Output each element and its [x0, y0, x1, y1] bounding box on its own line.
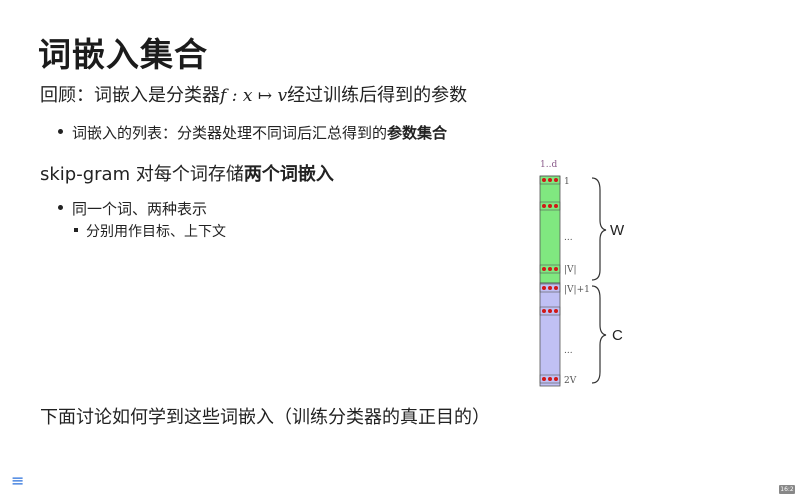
menu-icon[interactable]: ≡ — [11, 471, 24, 490]
bullet-dot — [58, 205, 63, 210]
row-label-2v: 2V — [564, 376, 577, 386]
c-label: C — [612, 327, 623, 344]
bullet2-text: 同一个词、两种表示 — [72, 200, 208, 218]
skipgram-prefix: skip-gram 对每个词存储 — [40, 164, 244, 185]
bullet-two-representations: 同一个词、两种表示 — [58, 198, 207, 219]
row-label-c-dots: ... — [564, 346, 573, 356]
dimension-label: 1..d — [540, 160, 557, 170]
sub-bullet-square — [74, 228, 78, 232]
row-label-v: |V| — [564, 265, 577, 275]
bullet-embedding-list: 词嵌入的列表：分类器处理不同词后汇总得到的参数集合 — [58, 122, 447, 143]
bullet-dot — [58, 129, 63, 134]
c-matrix-block — [539, 282, 561, 387]
w-matrix-block — [539, 175, 561, 284]
page-number-badge: 16:2 — [779, 485, 795, 494]
recall-suffix: 经过训练后得到的参数 — [287, 85, 468, 106]
w-brace — [591, 177, 607, 281]
skipgram-line: skip-gram 对每个词存储两个词嵌入 — [40, 160, 334, 186]
bullet1-bold: 参数集合 — [387, 124, 448, 142]
w-label: W — [610, 222, 625, 239]
slide-title: 词嵌入集合 — [38, 35, 208, 74]
skipgram-bold: 两个词嵌入 — [243, 164, 334, 185]
bottom-note: 下面讨论如何学到这些词嵌入（训练分类器的真正目的） — [40, 407, 490, 428]
recall-prefix: 回顾：词嵌入是分类器 — [40, 85, 220, 106]
row-label-v-plus-1: |V|+1 — [564, 285, 590, 295]
c-brace — [591, 285, 607, 384]
sub-bullet-target-context: 分别用作目标、上下文 — [74, 221, 226, 241]
recall-line: 回顾：词嵌入是分类器f : x ↦ v经过训练后得到的参数 — [40, 81, 467, 107]
classifier-formula: f : x ↦ v — [220, 86, 288, 106]
bullet1-text: 词嵌入的列表：分类器处理不同词后汇总得到的 — [72, 124, 388, 142]
row-label-w-dots: ... — [564, 233, 573, 243]
sub-bullet-text: 分别用作目标、上下文 — [86, 224, 226, 240]
row-label-1: 1 — [564, 177, 570, 187]
embedding-matrix-diagram: 1..d 1 ... |V| |V|+1 ... 2V W C — [539, 160, 625, 387]
